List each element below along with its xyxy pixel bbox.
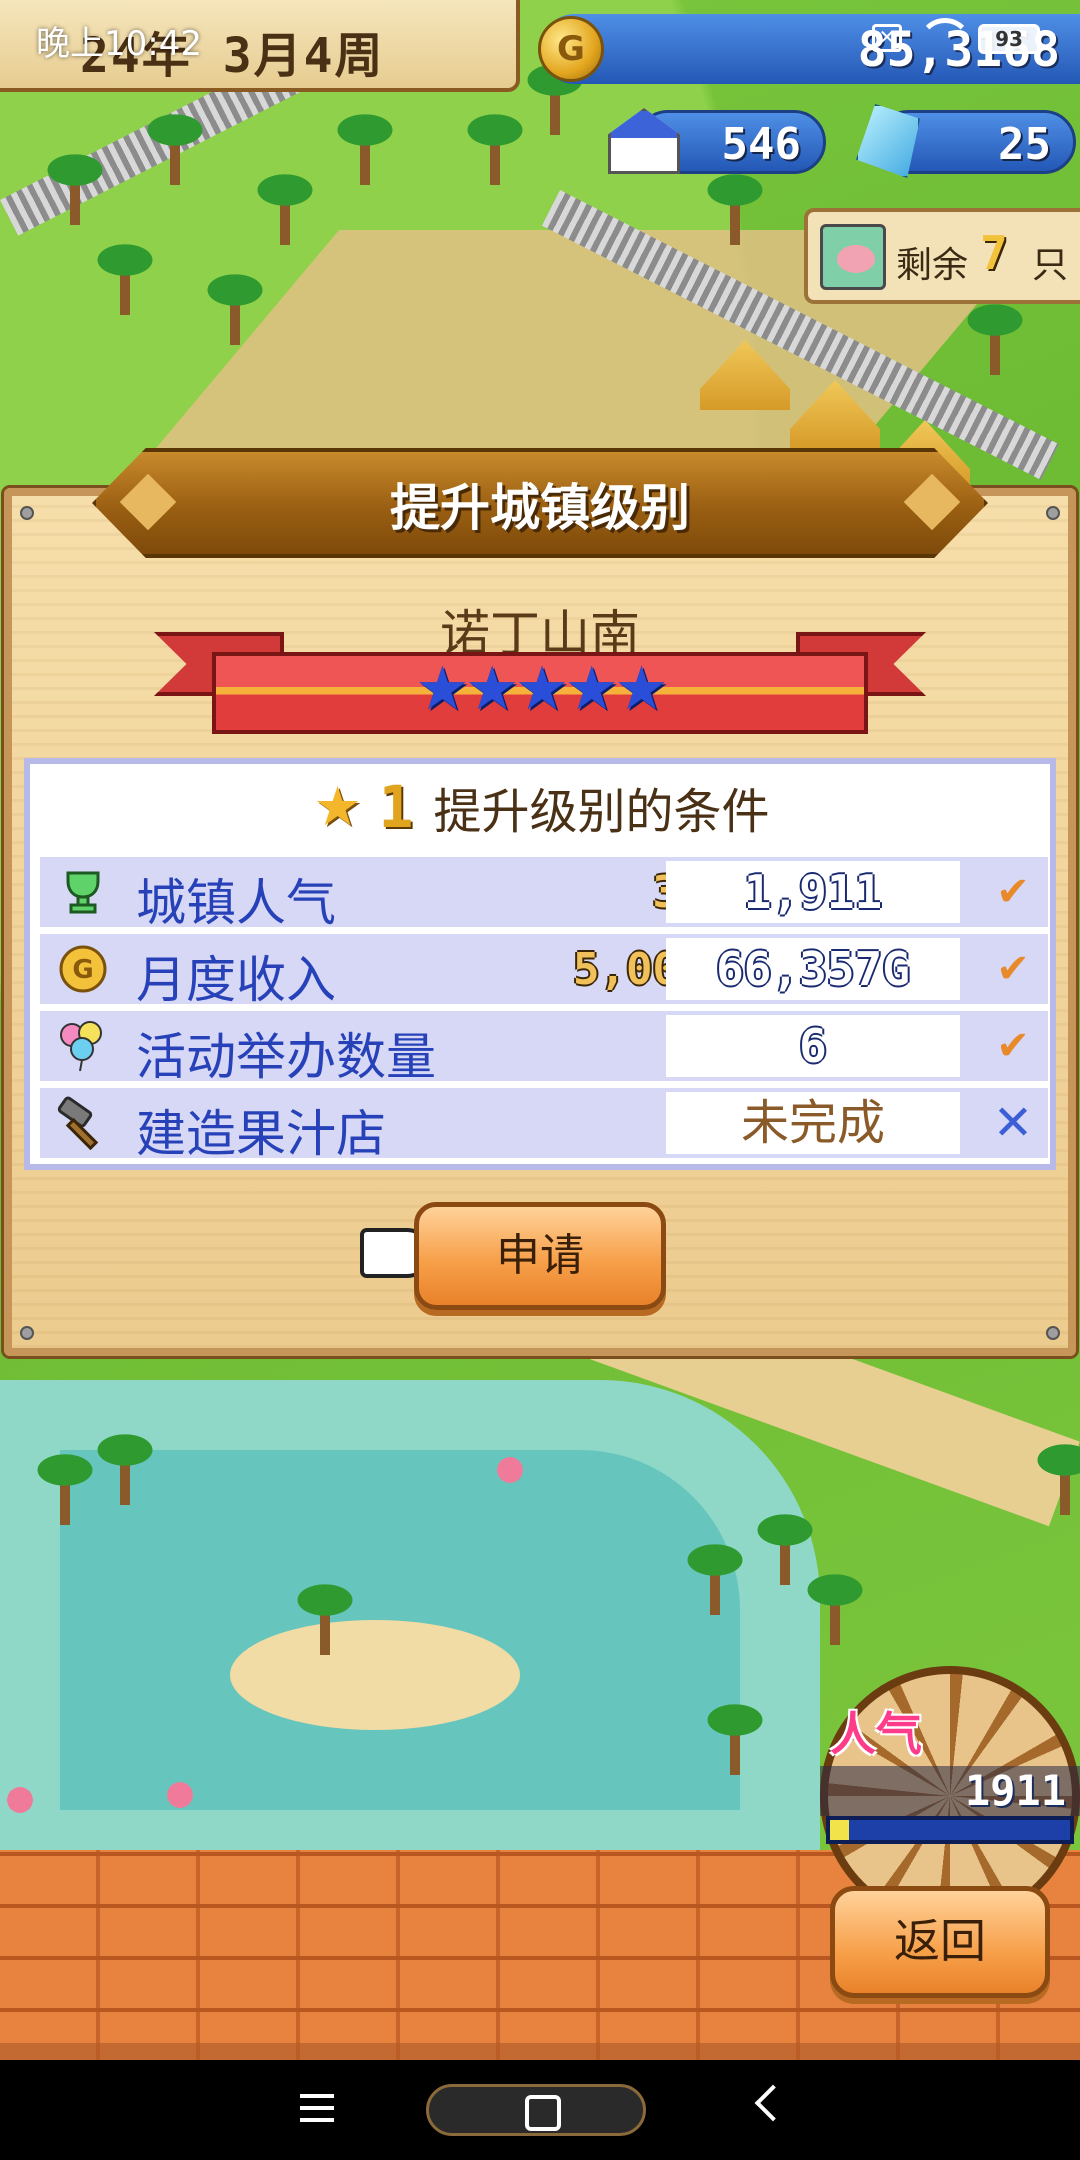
popularity-gauge[interactable]: 人气 1911 — [800, 1666, 1080, 1926]
palm-tree — [700, 170, 770, 245]
condition-name: 月度收入 — [136, 951, 336, 1009]
hammer-icon — [56, 1096, 110, 1150]
svg-text:G: G — [72, 955, 93, 985]
system-nav-bar — [0, 2060, 1080, 2160]
gold-counter: 85,3168 — [540, 14, 1080, 84]
palm-tree — [200, 270, 270, 345]
star-level: 1 — [378, 773, 414, 841]
conditions-header: ★ 1 提升级别的条件 — [24, 770, 1056, 844]
date-text: 24年 3月4周 — [80, 28, 385, 84]
remaining-animals-panel[interactable]: 剩余 7 只 — [804, 208, 1080, 304]
cross-icon: ✕ — [992, 1095, 1034, 1151]
check-icon: ✔ — [996, 1023, 1030, 1069]
rivet — [20, 1326, 34, 1340]
popularity-bar-fill — [830, 1820, 850, 1840]
gold-coin-icon: G — [538, 16, 604, 82]
palm-tree — [330, 110, 400, 185]
trophy-icon — [56, 865, 110, 919]
palm-tree — [40, 150, 110, 225]
rivet — [1046, 506, 1060, 520]
palm-tree — [140, 110, 210, 185]
rivet — [1046, 1326, 1060, 1340]
apply-button[interactable]: 申请 — [414, 1202, 666, 1310]
condition-row: G 月度收入 5,000G 66,357G ✔ — [40, 934, 1048, 1009]
remaining-count: 7 — [980, 226, 1008, 280]
balloons-icon — [56, 1019, 110, 1073]
rivet — [20, 506, 34, 520]
condition-row: 城镇人气 300 1,911 ✔ — [40, 857, 1048, 932]
conditions-title: 提升级别的条件 — [433, 784, 770, 840]
palm-tree — [250, 170, 320, 245]
palm-tree — [960, 300, 1030, 375]
condition-current: 未完成 — [666, 1092, 960, 1154]
condition-row: 活动举办数量 3 6 ✔ — [40, 1011, 1048, 1086]
coral — [490, 1450, 530, 1490]
rank-stars: ★★★★★ — [415, 654, 669, 724]
gold-coin-icon: G — [56, 942, 110, 996]
popularity-bar — [826, 1816, 1074, 1844]
date-panel: 24年 3月4周 — [0, 0, 520, 92]
check-icon: ✔ — [996, 869, 1030, 915]
home-icon[interactable] — [426, 2084, 646, 2136]
condition-name: 活动举办数量 — [136, 1028, 436, 1086]
coral — [0, 1780, 40, 1820]
palm-tree — [800, 1570, 870, 1645]
remaining-label: 剩余 — [896, 245, 969, 286]
condition-current: 66,357G — [666, 938, 960, 1000]
back-icon[interactable] — [754, 2084, 792, 2122]
menu-icon[interactable] — [300, 2094, 334, 2122]
condition-name: 城镇人气 — [136, 874, 336, 932]
check-icon: ✔ — [996, 946, 1030, 992]
condition-current: 1,911 — [666, 861, 960, 923]
crystal-value: 25 — [998, 119, 1051, 170]
star-icon: ★ — [313, 775, 362, 838]
palm-tree — [290, 1580, 360, 1655]
popularity-label: 人气 — [830, 1707, 922, 1761]
gold-value: 85,3168 — [857, 22, 1060, 78]
condition-current: 6 — [666, 1015, 960, 1077]
palm-tree — [700, 1700, 770, 1775]
condition-row: 建造果汁店 未完成 ✕ — [40, 1088, 1048, 1163]
palm-tree — [680, 1540, 750, 1615]
palm-tree — [90, 1430, 160, 1505]
back-button[interactable]: 返回 — [830, 1886, 1050, 1998]
coral — [160, 1775, 200, 1815]
palm-tree — [90, 240, 160, 315]
condition-name: 建造果汁店 — [136, 1105, 386, 1163]
pig-icon — [820, 224, 886, 290]
palm-tree — [1030, 1440, 1080, 1515]
remaining-unit: 只 — [1032, 245, 1069, 286]
population-value: 546 — [721, 119, 801, 170]
dialog-title: 提升城镇级别 — [390, 479, 690, 537]
sand-island — [230, 1620, 520, 1730]
popularity-value: 1911 — [820, 1766, 1080, 1816]
